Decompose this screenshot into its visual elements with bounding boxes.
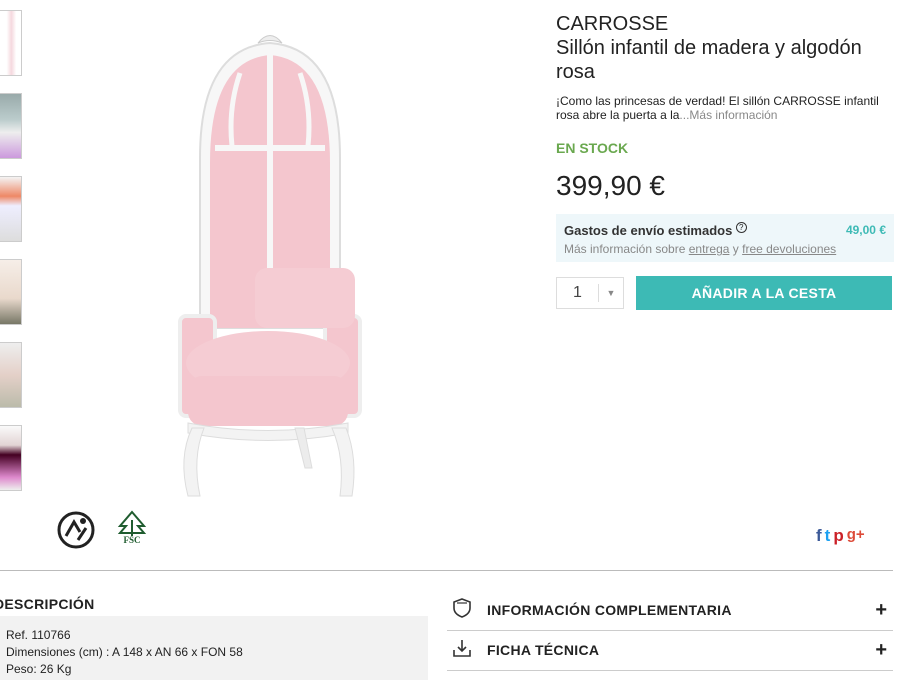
download-tray-icon: [451, 637, 481, 664]
thumbnail-2[interactable]: [0, 93, 22, 159]
quantity-value: 1: [573, 284, 582, 301]
plus-icon[interactable]: +: [875, 599, 887, 622]
facebook-icon[interactable]: f: [816, 526, 822, 546]
shipping-connector: y: [732, 242, 739, 256]
description-panel: Ref. 110766 Dimensiones (cm) : A 148 x A…: [0, 616, 428, 680]
product-short-description: ¡Como las princesas de verdad! El sillón…: [556, 94, 896, 122]
shipping-label: Gastos de envío estimados: [564, 223, 733, 238]
description-heading[interactable]: DESCRIPCIÓN: [0, 596, 95, 612]
thumbnail-1[interactable]: [0, 10, 22, 76]
thumbnail-6[interactable]: [0, 425, 22, 491]
thumbnail-3[interactable]: [0, 176, 22, 242]
fsc-badge: FSC: [116, 510, 148, 550]
thumbnail-strip: [0, 10, 24, 508]
product-image[interactable]: [170, 28, 370, 498]
accordion-label: INFORMACIÓN COMPLEMENTARIA: [487, 602, 732, 618]
shipping-info-prefix: Más información sobre: [564, 242, 686, 256]
shipping-info-line: Más información sobre entrega y free dev…: [564, 242, 886, 256]
product-price: 399,90 €: [556, 170, 665, 201]
tree-icon: [117, 510, 147, 536]
shield-icon: [451, 597, 481, 624]
accordion-technical-sheet[interactable]: FICHA TÉCNICA +: [447, 630, 893, 671]
product-ref: Ref. 110766: [6, 628, 71, 642]
social-share: f t p g+: [816, 526, 865, 546]
shipping-cost: 49,00 €: [845, 223, 886, 237]
thumbnail-5[interactable]: [0, 342, 22, 408]
shipping-box: Gastos de envío estimados ? 49,00 € Más …: [556, 214, 894, 262]
fsc-label: FSC: [123, 535, 141, 545]
returns-link[interactable]: free devoluciones: [742, 242, 836, 256]
thumbnail-4[interactable]: [0, 259, 22, 325]
product-weight: Peso: 26 Kg: [6, 662, 72, 676]
stock-status: EN STOCK: [556, 140, 629, 156]
section-divider: [0, 570, 893, 571]
quantity-select[interactable]: 1 ▼: [556, 277, 624, 309]
purchase-row: 1 ▼ AÑADIR A LA CESTA: [556, 276, 896, 310]
chevron-down-icon[interactable]: ▼: [598, 284, 623, 302]
pinterest-icon[interactable]: p: [833, 526, 843, 546]
plus-icon[interactable]: +: [875, 639, 887, 662]
product-info: CARROSSE Sillón infantil de madera y alg…: [556, 12, 896, 310]
accordion-label: FICHA TÉCNICA: [487, 642, 600, 658]
eco-icons: FSC: [56, 510, 148, 550]
twitter-icon[interactable]: t: [825, 526, 831, 546]
accordion-complementary-info[interactable]: INFORMACIÓN COMPLEMENTARIA +: [447, 590, 893, 631]
help-icon[interactable]: ?: [735, 222, 747, 233]
more-info-link[interactable]: ...Más información: [679, 108, 777, 122]
recycle-icon: [57, 511, 95, 549]
delivery-link[interactable]: entrega: [689, 242, 730, 256]
add-to-cart-button[interactable]: AÑADIR A LA CESTA: [636, 276, 892, 310]
product-title: Sillón infantil de madera y algodón rosa: [556, 37, 862, 83]
product-dimensions: Dimensiones (cm) : A 148 x AN 66 x FON 5…: [6, 645, 243, 659]
product-brand: CARROSSE: [556, 13, 669, 35]
googleplus-icon[interactable]: g+: [847, 526, 865, 546]
